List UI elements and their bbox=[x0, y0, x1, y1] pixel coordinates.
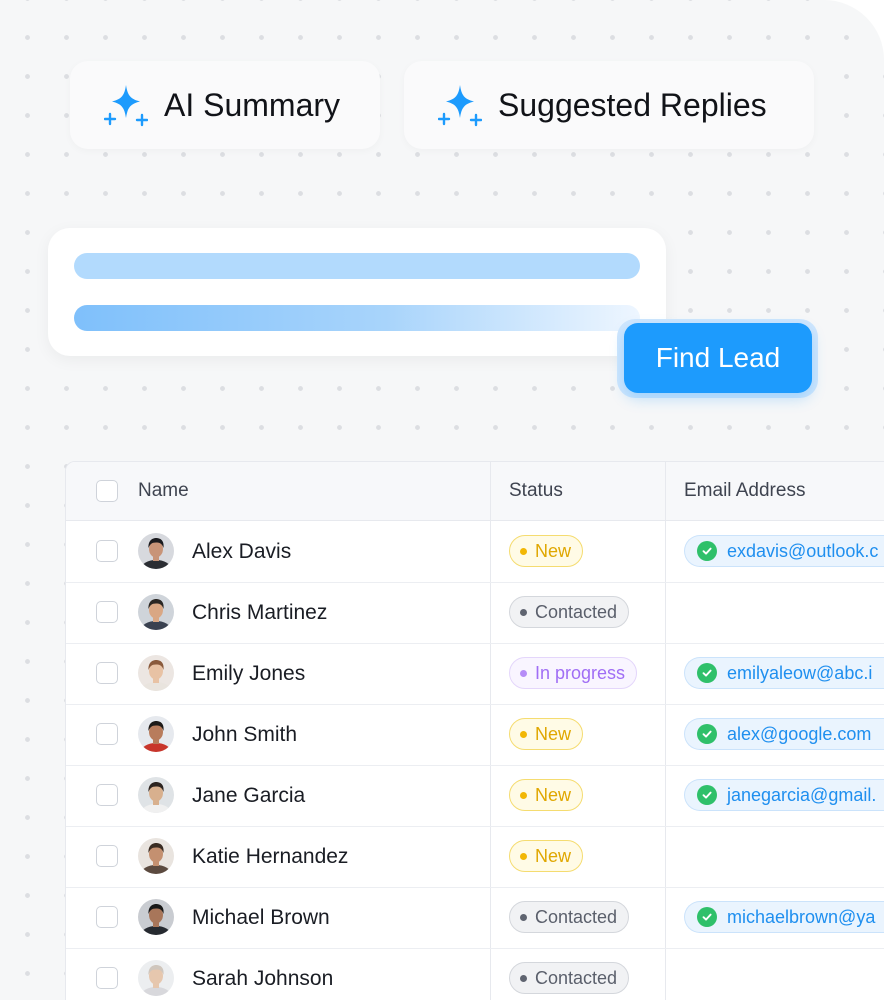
status-dot-icon bbox=[520, 669, 527, 677]
status-badge: In progress bbox=[509, 657, 638, 689]
table-row[interactable]: Sarah Johnson Contacted bbox=[66, 948, 884, 1000]
lead-name: Emily Jones bbox=[192, 661, 306, 685]
placeholder-line bbox=[74, 253, 640, 279]
table-row[interactable]: Katie Hernandez New bbox=[66, 826, 884, 888]
status-badge: New bbox=[509, 718, 584, 750]
row-checkbox[interactable] bbox=[96, 967, 118, 989]
lead-name: John Smith bbox=[192, 722, 298, 746]
status-badge: New bbox=[509, 535, 584, 567]
table-row[interactable]: Alex Davis New exdavis@outlook.c bbox=[66, 521, 884, 583]
email-chip[interactable]: emilyaleow@abc.i bbox=[684, 657, 884, 689]
avatar bbox=[138, 533, 174, 569]
ai-summary-button[interactable]: AI Summary bbox=[70, 61, 380, 149]
table-row[interactable]: Chris Martinez Contacted bbox=[66, 582, 884, 644]
select-all-checkbox[interactable] bbox=[96, 480, 118, 502]
verified-check-icon bbox=[697, 663, 717, 683]
suggested-replies-button[interactable]: Suggested Replies bbox=[404, 61, 814, 149]
email-address: emilyaleow@abc.i bbox=[727, 662, 873, 683]
email-address: alex@google.com bbox=[727, 723, 872, 744]
email-chip[interactable]: exdavis@outlook.c bbox=[684, 535, 884, 567]
avatar bbox=[138, 838, 174, 874]
email-address: exdavis@outlook.c bbox=[727, 540, 879, 561]
row-checkbox[interactable] bbox=[96, 845, 118, 867]
status-badge: Contacted bbox=[509, 901, 630, 933]
table-row[interactable]: Jane Garcia New janegarcia@gmail. bbox=[66, 765, 884, 827]
row-checkbox[interactable] bbox=[96, 540, 118, 562]
table-header: Name Status Email Address bbox=[66, 462, 884, 521]
leads-table: Name Status Email Address Alex Davis New e… bbox=[65, 461, 884, 1000]
email-address: janegarcia@gmail. bbox=[727, 784, 877, 805]
status-dot-icon bbox=[520, 791, 527, 799]
status-dot-icon bbox=[520, 608, 527, 616]
table-row[interactable]: Michael Brown Contacted michaelbrown@ya bbox=[66, 887, 884, 949]
lead-name: Michael Brown bbox=[192, 905, 330, 929]
status-dot-icon bbox=[520, 913, 527, 921]
sparkle-icon bbox=[438, 85, 482, 127]
status-badge: New bbox=[509, 779, 584, 811]
column-header-name[interactable]: Name bbox=[138, 462, 189, 520]
email-chip[interactable]: janegarcia@gmail. bbox=[684, 779, 884, 811]
row-checkbox[interactable] bbox=[96, 662, 118, 684]
verified-check-icon bbox=[697, 785, 717, 805]
lead-search-card bbox=[48, 228, 666, 356]
status-label: Contacted bbox=[535, 967, 618, 988]
lead-name: Alex Davis bbox=[192, 539, 292, 563]
table-row[interactable]: John Smith New alex@google.com bbox=[66, 704, 884, 766]
ai-summary-label: AI Summary bbox=[164, 86, 341, 123]
status-label: New bbox=[535, 723, 572, 744]
placeholder-line bbox=[74, 305, 640, 331]
row-checkbox[interactable] bbox=[96, 906, 118, 928]
status-label: Contacted bbox=[535, 601, 618, 622]
email-address: michaelbrown@ya bbox=[727, 906, 876, 927]
column-header-email[interactable]: Email Address bbox=[684, 462, 805, 520]
status-badge: Contacted bbox=[509, 962, 630, 994]
row-checkbox[interactable] bbox=[96, 784, 118, 806]
status-label: New bbox=[535, 784, 572, 805]
status-dot-icon bbox=[520, 974, 527, 982]
suggested-replies-label: Suggested Replies bbox=[498, 86, 767, 123]
avatar bbox=[138, 716, 174, 752]
status-badge: Contacted bbox=[509, 596, 630, 628]
email-chip[interactable]: michaelbrown@ya bbox=[684, 901, 884, 933]
status-label: New bbox=[535, 845, 572, 866]
sparkle-icon bbox=[104, 85, 148, 127]
avatar bbox=[138, 594, 174, 630]
avatar bbox=[138, 777, 174, 813]
row-checkbox[interactable] bbox=[96, 723, 118, 745]
status-dot-icon bbox=[520, 730, 527, 738]
row-checkbox[interactable] bbox=[96, 601, 118, 623]
avatar bbox=[138, 655, 174, 691]
table-row[interactable]: Emily Jones In progress emilyaleow@abc.i bbox=[66, 643, 884, 705]
column-header-status[interactable]: Status bbox=[509, 462, 563, 520]
verified-check-icon bbox=[697, 541, 717, 561]
lead-name: Sarah Johnson bbox=[192, 966, 334, 990]
status-label: In progress bbox=[535, 662, 626, 683]
lead-name: Katie Hernandez bbox=[192, 844, 349, 868]
app-canvas: AI Summary Suggested Replies Find Lead N… bbox=[0, 0, 884, 1000]
avatar bbox=[138, 960, 174, 996]
status-label: Contacted bbox=[535, 906, 618, 927]
lead-name: Jane Garcia bbox=[192, 783, 306, 807]
status-label: New bbox=[535, 540, 572, 561]
status-dot-icon bbox=[520, 852, 527, 860]
email-chip[interactable]: alex@google.com bbox=[684, 718, 884, 750]
avatar bbox=[138, 899, 174, 935]
verified-check-icon bbox=[697, 907, 717, 927]
lead-name: Chris Martinez bbox=[192, 600, 328, 624]
status-badge: New bbox=[509, 840, 584, 872]
find-lead-button[interactable]: Find Lead bbox=[624, 323, 812, 393]
status-dot-icon bbox=[520, 547, 527, 555]
verified-check-icon bbox=[697, 724, 717, 744]
